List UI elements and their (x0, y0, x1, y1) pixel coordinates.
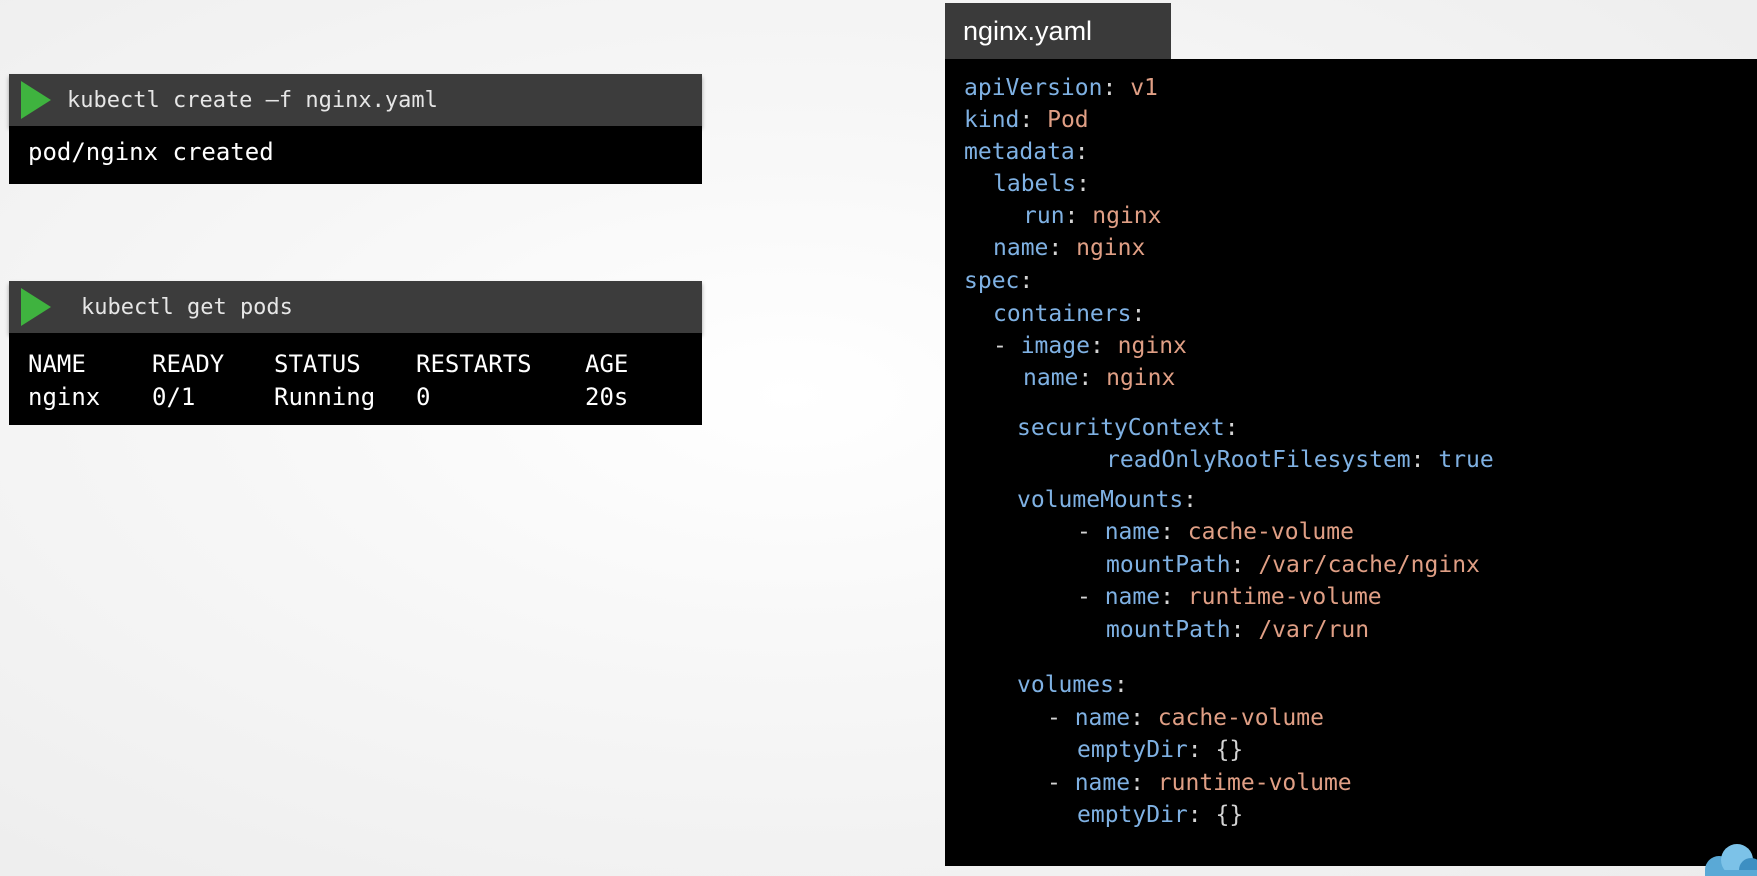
yaml-key: image (1020, 333, 1090, 359)
cell-age: 20s (585, 382, 629, 411)
code-line: metadata: (964, 139, 1089, 165)
yaml-key: labels (993, 171, 1077, 197)
code-line: apiVersion: v1 (964, 75, 1158, 101)
yaml-value: cache-volume (1187, 519, 1354, 545)
yaml-key: name (1023, 365, 1079, 391)
terminal-create-command-bar: kubectl create –f nginx.yaml (9, 74, 702, 126)
play-icon (21, 81, 51, 119)
code-line: - name: cache-volume (1047, 705, 1324, 731)
header-name: NAME (28, 349, 86, 378)
cell-restarts: 0 (416, 382, 431, 411)
yaml-key: apiVersion (964, 75, 1103, 101)
yaml-value: true (1438, 447, 1494, 473)
cell-name: nginx (28, 382, 101, 411)
yaml-key: mountPath (1106, 617, 1231, 643)
code-line: mountPath: /var/cache/nginx (1106, 552, 1480, 578)
code-line: name: nginx (993, 235, 1146, 261)
terminal-get-pods-output: NAME READY STATUS RESTARTS AGE nginx 0/1… (9, 333, 702, 425)
yaml-key: kind (964, 107, 1020, 133)
table-header-row: NAME READY STATUS RESTARTS AGE (28, 347, 655, 380)
command-text: kubectl create –f nginx.yaml (67, 87, 438, 113)
code-line: - image: nginx (993, 333, 1187, 359)
yaml-key: mountPath (1106, 552, 1231, 578)
yaml-value: Pod (1047, 107, 1089, 133)
code-line: emptyDir: {} (1077, 802, 1244, 828)
code-line: volumes: (1017, 672, 1128, 698)
terminal-get-pods: kubectl get pods NAME READY STATUS RESTA… (9, 281, 702, 425)
table-row: nginx 0/1 Running 0 20s (28, 380, 655, 413)
yaml-key: containers (993, 301, 1132, 327)
code-line: readOnlyRootFilesystem: true (1106, 447, 1494, 473)
yaml-key: spec (964, 268, 1020, 294)
code-line: spec: (964, 268, 1034, 294)
yaml-code-panel: apiVersion: v1 kind: Pod metadata: label… (945, 59, 1757, 866)
code-line: kind: Pod (964, 107, 1089, 133)
code-line: volumeMounts: (1017, 487, 1198, 513)
terminal-create-output: pod/nginx created (9, 126, 702, 184)
code-line: emptyDir: {} (1077, 737, 1244, 763)
yaml-value: v1 (1130, 75, 1158, 101)
yaml-value: nginx (1117, 333, 1187, 359)
header-status: STATUS (274, 349, 361, 378)
header-ready: READY (152, 349, 225, 378)
yaml-key: securityContext (1017, 415, 1225, 441)
code-line: run: nginx (1023, 203, 1162, 229)
yaml-value: cache-volume (1157, 705, 1324, 731)
yaml-value: {} (1215, 802, 1244, 828)
yaml-key: run (1023, 203, 1065, 229)
code-line: - name: runtime-volume (1077, 584, 1382, 610)
code-line: containers: (993, 301, 1146, 327)
yaml-value: nginx (1076, 235, 1146, 261)
pods-table: NAME READY STATUS RESTARTS AGE nginx 0/1… (28, 347, 655, 413)
yaml-key: name (1074, 705, 1131, 731)
terminal-get-pods-command-bar: kubectl get pods (9, 281, 702, 333)
yaml-value: nginx (1106, 365, 1176, 391)
play-icon (21, 288, 51, 326)
yaml-key: metadata (964, 139, 1075, 165)
yaml-key: name (993, 235, 1049, 261)
cell-ready: 0/1 (152, 382, 196, 411)
code-line: securityContext: (1017, 415, 1239, 441)
file-tab-label: nginx.yaml (963, 15, 1093, 46)
header-restarts: RESTARTS (416, 349, 532, 378)
yaml-key: emptyDir (1077, 737, 1188, 763)
yaml-key: emptyDir (1077, 802, 1188, 828)
yaml-value: runtime-volume (1187, 584, 1382, 610)
yaml-value: {} (1215, 737, 1244, 763)
cell-status: Running (274, 382, 376, 411)
header-age: AGE (585, 349, 629, 378)
code-line: - name: cache-volume (1077, 519, 1354, 545)
terminal-create: kubectl create –f nginx.yaml pod/nginx c… (9, 74, 702, 184)
yaml-value: runtime-volume (1157, 770, 1352, 796)
code-line: mountPath: /var/run (1106, 617, 1370, 643)
code-line: labels: (993, 171, 1090, 197)
yaml-key: volumes (1017, 672, 1114, 698)
yaml-value: nginx (1092, 203, 1162, 229)
command-text: kubectl get pods (81, 294, 293, 320)
yaml-key: readOnlyRootFilesystem (1106, 447, 1411, 473)
yaml-key: volumeMounts (1017, 487, 1184, 513)
yaml-key: name (1074, 770, 1131, 796)
code-line: name: nginx (1023, 365, 1176, 391)
file-tab[interactable]: nginx.yaml (945, 3, 1171, 59)
yaml-key: name (1104, 519, 1161, 545)
yaml-value: /var/run (1258, 617, 1370, 643)
code-line: - name: runtime-volume (1047, 770, 1352, 796)
yaml-value: /var/cache/nginx (1258, 552, 1480, 578)
yaml-key: name (1104, 584, 1161, 610)
cloud-icon (1705, 844, 1757, 876)
output-text: pod/nginx created (28, 138, 274, 166)
